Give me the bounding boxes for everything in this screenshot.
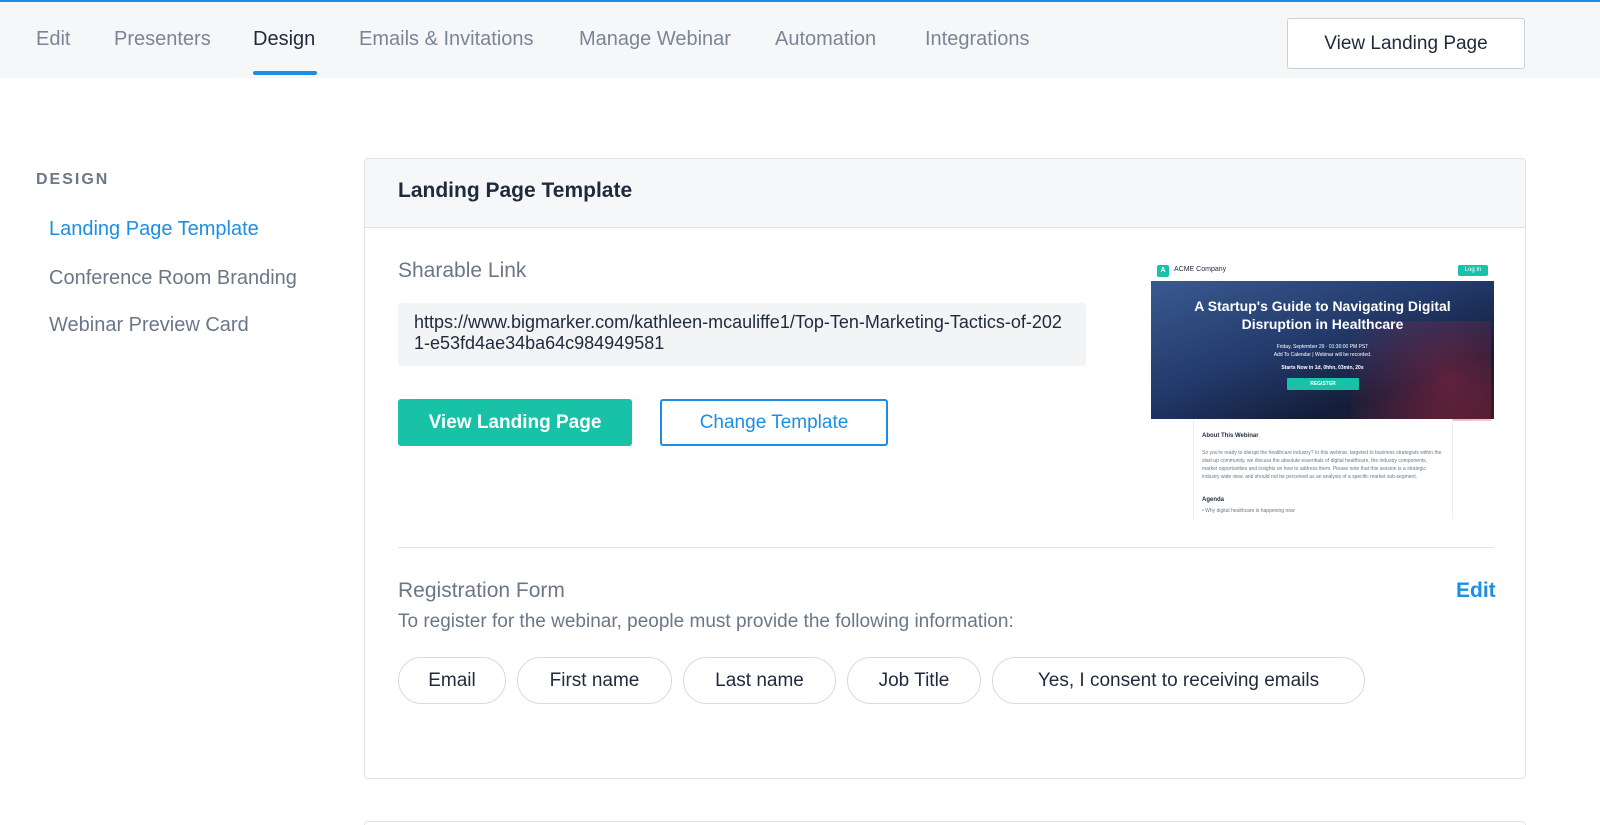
sharable-link-field[interactable]: https://www.bigmarker.com/kathleen-mcaul… (398, 303, 1086, 366)
tab-emails-invitations[interactable]: Emails & Invitations (359, 28, 534, 51)
tab-edit[interactable]: Edit (36, 28, 70, 51)
change-template-button[interactable]: Change Template (660, 399, 888, 446)
registration-fields: Email First name Last name Job Title Yes… (398, 657, 1365, 704)
preview-header: A ACME Company Log In (1151, 261, 1494, 281)
preview-agenda-heading: Agenda (1202, 497, 1225, 503)
field-pill-first-name: First name (517, 657, 672, 704)
preview-agenda-item: • Why digital healthcare is happening no… (1202, 508, 1295, 514)
tab-integrations[interactable]: Integrations (925, 28, 1030, 51)
preview-description: So you're ready to disrupt the healthcar… (1202, 450, 1442, 480)
sidebar-item-conference-room-branding[interactable]: Conference Room Branding (49, 267, 297, 290)
preview-register-button: REGISTER (1287, 378, 1359, 390)
next-section-card (364, 821, 1526, 825)
landing-page-preview-thumbnail[interactable]: A ACME Company Log In A Startup's Guide … (1151, 261, 1494, 519)
sharable-link-label: Sharable Link (398, 259, 527, 282)
preview-hero-image (1351, 321, 1491, 421)
card-header: Landing Page Template (365, 159, 1525, 228)
tab-presenters[interactable]: Presenters (114, 28, 211, 51)
tab-design[interactable]: Design (253, 28, 315, 51)
top-nav-bar: Edit Presenters Design Emails & Invitati… (0, 0, 1600, 78)
preview-login-button: Log In (1458, 265, 1488, 276)
preview-company-name: ACME Company (1174, 266, 1227, 273)
preview-logo-icon: A (1157, 265, 1169, 277)
registration-description: To register for the webinar, people must… (398, 611, 1014, 632)
field-pill-consent: Yes, I consent to receiving emails (992, 657, 1365, 704)
field-pill-email: Email (398, 657, 506, 704)
field-pill-job-title: Job Title (847, 657, 981, 704)
registration-form-label: Registration Form (398, 579, 565, 602)
view-landing-page-top-button[interactable]: View Landing Page (1287, 18, 1525, 69)
landing-page-template-card: Landing Page Template Sharable Link http… (364, 158, 1526, 779)
preview-countdown: Starts Now in 1d, 0hhn, 03min, 20s (1281, 365, 1364, 371)
view-landing-page-button[interactable]: View Landing Page (398, 399, 632, 446)
preview-calendar: Add To Calendar | Webinar will be record… (1273, 352, 1372, 358)
sidebar-item-landing-page-template[interactable]: Landing Page Template (49, 218, 259, 241)
section-divider (398, 547, 1494, 548)
preview-hero: A Startup's Guide to Navigating Digital … (1151, 281, 1494, 421)
registration-edit-link[interactable]: Edit (1456, 579, 1496, 603)
active-tab-indicator (253, 71, 317, 75)
field-pill-last-name: Last name (683, 657, 836, 704)
card-title: Landing Page Template (398, 179, 633, 202)
tab-manage-webinar[interactable]: Manage Webinar (579, 28, 731, 51)
preview-title: A Startup's Guide to Navigating Digital … (1194, 298, 1451, 332)
sidebar-heading: DESIGN (36, 171, 110, 188)
preview-about-heading: About This Webinar (1202, 433, 1259, 439)
preview-date: Friday, September 29 · 01:30:00 PM PST (1276, 344, 1369, 350)
sidebar-item-webinar-preview-card[interactable]: Webinar Preview Card (49, 314, 249, 337)
preview-body: About This Webinar So you're ready to di… (1193, 419, 1453, 519)
tab-automation[interactable]: Automation (775, 28, 876, 51)
